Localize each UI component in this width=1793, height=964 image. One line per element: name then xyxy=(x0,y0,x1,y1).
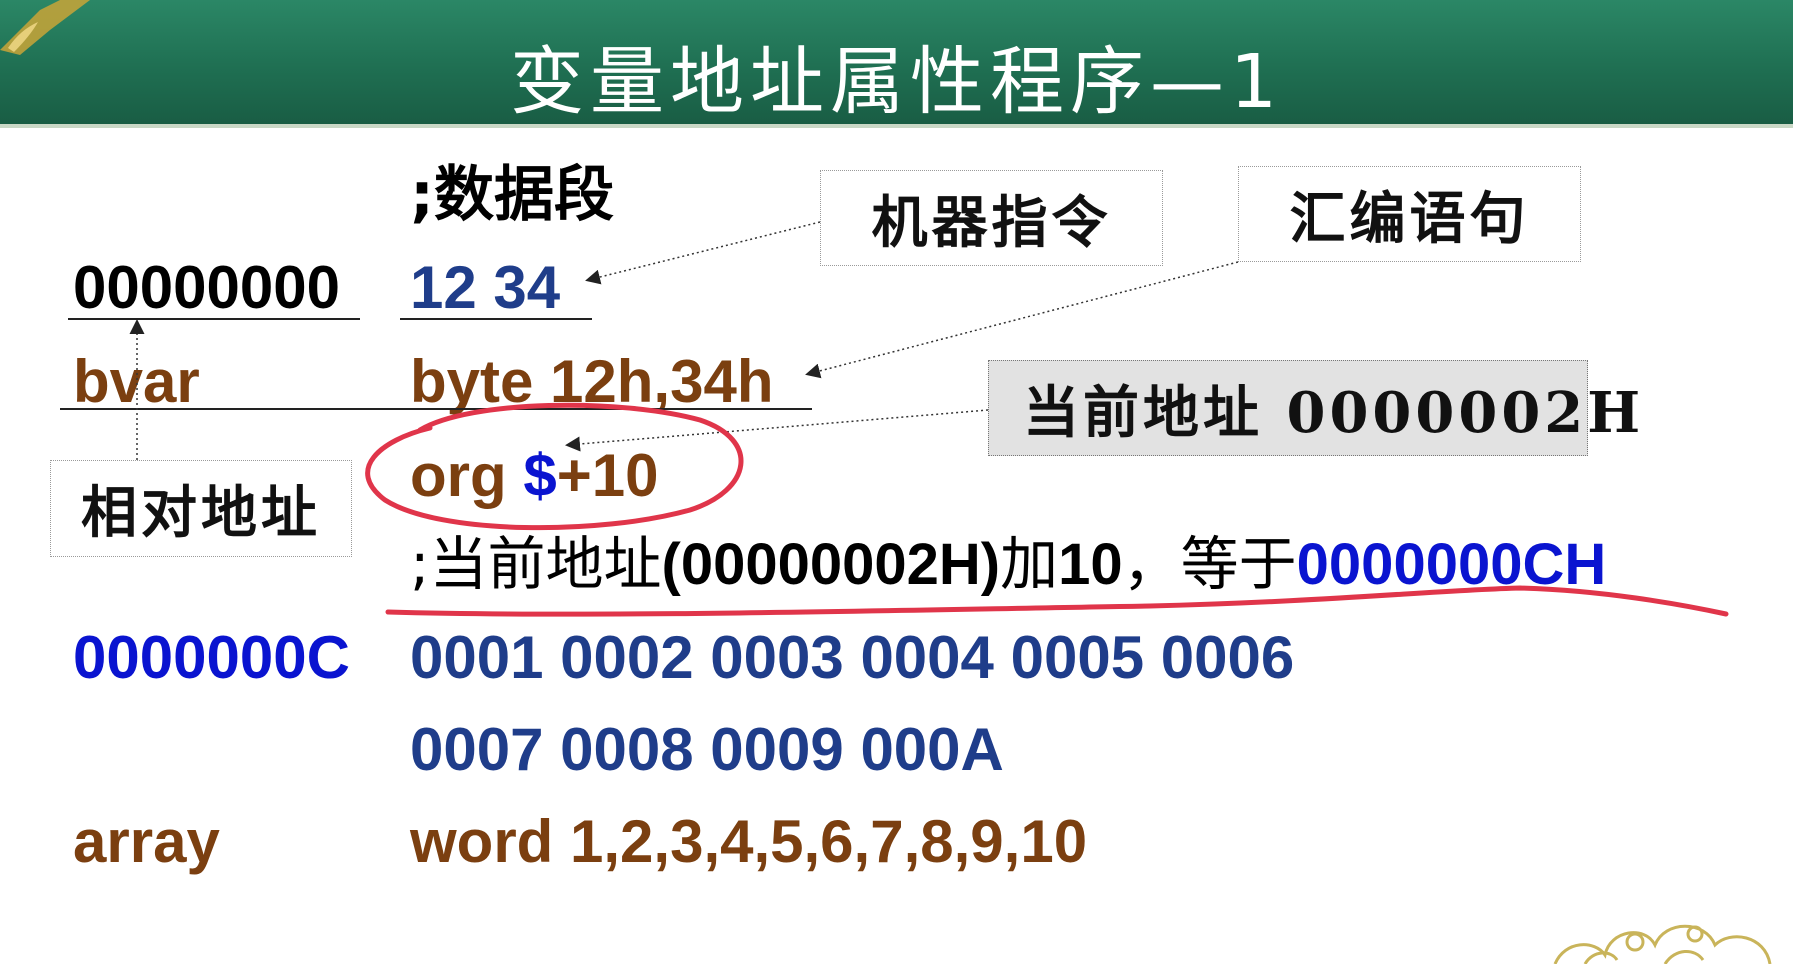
bvar-label: bvar xyxy=(73,348,200,415)
dollar-sign: $ xyxy=(523,442,557,509)
bvar-definition: byte 12h,34h xyxy=(410,348,774,415)
assembly-statement-pointer xyxy=(805,261,1239,379)
machine-instruction-callout: 机器指令 xyxy=(820,170,1163,266)
org-comment: ;当前地址(00000002H)加10，等于0000000CH xyxy=(410,535,1606,594)
comment-prefix: ;当前地址 xyxy=(410,530,662,598)
current-address-pointer xyxy=(565,409,989,452)
current-address-callout: 当前地址 0000002H xyxy=(988,360,1640,456)
org-keyword: org xyxy=(410,442,524,509)
org-directive: org $+10 xyxy=(410,446,658,506)
machine-instruction-pointer xyxy=(585,221,821,285)
comment-address: (00000002H) xyxy=(661,532,1001,597)
address-00000000: 00000000 xyxy=(73,254,340,321)
org-offset: +10 xyxy=(556,442,659,509)
address-underline xyxy=(68,318,360,320)
assembly-statement-callout: 汇编语句 xyxy=(1238,166,1581,262)
comment-add: 加 xyxy=(1000,530,1059,598)
address-0000000c: 0000000C xyxy=(73,624,350,691)
slide-header: 变量地址属性程序—1 xyxy=(0,0,1793,128)
bvar-underline xyxy=(60,408,812,410)
word-bytes-line-1: 0001 0002 0003 0004 0005 0006 xyxy=(410,624,1295,691)
bytes-underline xyxy=(400,318,592,320)
comment-ten: 10 xyxy=(1058,532,1123,597)
cloud-ornament-icon xyxy=(1553,924,1772,964)
comment-equals: ，等于 xyxy=(1122,530,1297,598)
data-segment-comment: ;数据段 xyxy=(410,160,614,230)
relative-address-callout: 相对地址 xyxy=(50,460,352,557)
array-label: array xyxy=(73,808,220,875)
comment-result: 0000000CH xyxy=(1296,532,1607,597)
slide-title: 变量地址属性程序—1 xyxy=(509,39,1284,125)
array-definition: word 1,2,3,4,5,6,7,8,9,10 xyxy=(410,808,1088,875)
word-bytes-line-2: 0007 0008 0009 000A xyxy=(410,716,1004,783)
machine-bytes-12-34: 12 34 xyxy=(410,254,561,321)
